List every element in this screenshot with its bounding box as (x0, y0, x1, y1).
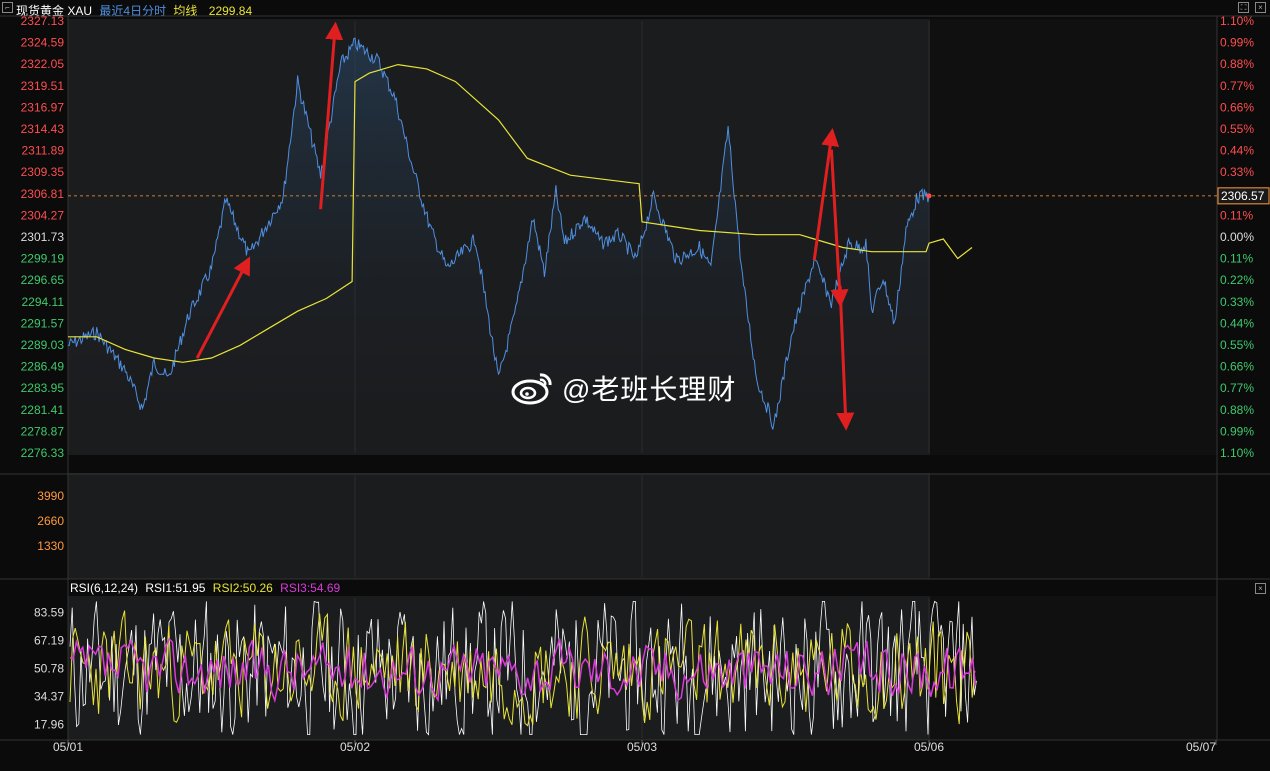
price-tick-label: 2311.89 (22, 144, 65, 158)
price-tick-label: 2324.59 (21, 36, 65, 50)
percent-tick-label: 0.33% (1220, 165, 1254, 179)
percent-tick-label: 0.00% (1220, 230, 1254, 244)
price-tick-label: 2294.11 (22, 295, 65, 309)
rsi-tick-label: 17.96 (34, 717, 64, 731)
price-tick-label: 2278.87 (21, 424, 65, 438)
price-tick-label: 2283.95 (21, 381, 65, 395)
percent-tick-label: 0.44% (1220, 144, 1254, 158)
percent-tick-label: 0.44% (1220, 316, 1254, 330)
volume-tick-label: 3990 (37, 489, 64, 503)
rsi-tick-label: 50.78 (34, 661, 64, 675)
price-tick-label: 2314.43 (21, 122, 65, 136)
percent-tick-label: 0.88% (1220, 57, 1254, 71)
volume-tick-label: 1330 (37, 539, 64, 553)
price-tick-label: 2327.13 (21, 14, 65, 28)
watermark-text: @老班长理财 (562, 374, 737, 405)
price-tick-label: 2299.19 (21, 252, 65, 266)
rsi-tick-label: 67.19 (34, 633, 64, 647)
percent-tick-label: 1.10% (1220, 446, 1254, 460)
current-price-label: 2306.57 (1221, 189, 1265, 203)
percent-tick-label: 0.66% (1220, 360, 1254, 374)
x-tick-label: 05/03 (627, 740, 657, 754)
percent-tick-label: 0.99% (1220, 424, 1254, 438)
percent-tick-label: 0.11% (1220, 252, 1253, 266)
watermark: @老班长理财 (510, 368, 736, 408)
price-tick-label: 2286.49 (21, 360, 65, 374)
pane-background-recent (930, 19, 1217, 455)
price-tick-label: 2309.35 (21, 165, 65, 179)
current-price-dot (926, 193, 932, 199)
percent-tick-label: 1.10% (1220, 14, 1254, 28)
price-tick-label: 2281.41 (21, 403, 65, 417)
weibo-icon (511, 373, 552, 405)
rsi-tick-label: 34.37 (34, 689, 64, 703)
volume-tick-label: 2660 (37, 514, 64, 528)
price-tick-label: 2289.03 (21, 338, 65, 352)
x-tick-label: 05/02 (340, 740, 370, 754)
pane-background (68, 473, 930, 579)
price-tick-label: 2304.27 (21, 208, 65, 222)
percent-tick-label: 0.77% (1220, 79, 1254, 93)
percent-tick-label: 0.66% (1220, 100, 1254, 114)
percent-tick-label: 0.11% (1220, 208, 1253, 222)
percent-tick-label: 0.55% (1220, 338, 1254, 352)
price-tick-label: 2322.05 (21, 57, 65, 71)
price-tick-label: 2301.73 (21, 230, 65, 244)
price-tick-label: 2316.97 (21, 100, 65, 114)
percent-tick-label: 0.33% (1220, 295, 1254, 309)
percent-tick-label: 0.77% (1220, 381, 1254, 395)
x-tick-label: 05/06 (914, 740, 944, 754)
percent-tick-label: 0.88% (1220, 403, 1254, 417)
pane-background-recent (930, 473, 1217, 579)
price-tick-label: 2291.57 (21, 316, 65, 330)
x-tick-label: 05/01 (53, 740, 83, 754)
price-tick-label: 2306.81 (21, 187, 65, 201)
percent-tick-label: 0.55% (1220, 122, 1254, 136)
percent-tick-label: 0.99% (1220, 36, 1254, 50)
percent-tick-label: 0.22% (1220, 273, 1254, 287)
price-tick-label: 2276.33 (21, 446, 65, 460)
price-tick-label: 2319.51 (21, 79, 65, 93)
x-tick-label: 05/07 (1186, 740, 1216, 754)
rsi-tick-label: 83.59 (34, 605, 64, 619)
price-tick-label: 2296.65 (21, 273, 65, 287)
